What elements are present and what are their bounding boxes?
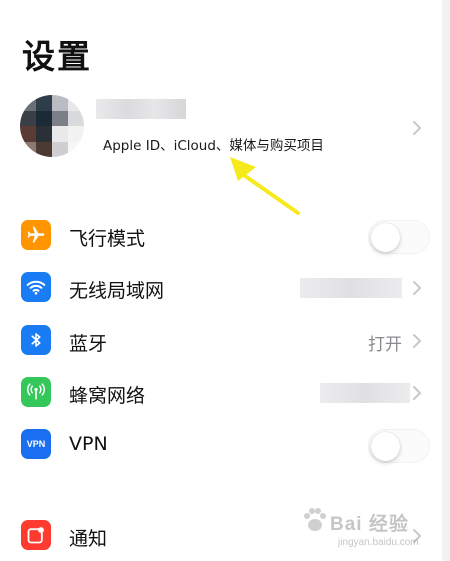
settings-row-airplane-mode[interactable]: 飞行模式 [0, 212, 442, 262]
bluetooth-icon [21, 325, 51, 355]
chevron-right-icon [413, 281, 421, 295]
bluetooth-status: 打开 [368, 335, 402, 355]
row-label: 蜂窝网络 [69, 385, 146, 407]
avatar [20, 95, 84, 157]
wifi-icon [21, 272, 51, 302]
vpn-toggle[interactable] [368, 429, 430, 463]
row-label: 无线局域网 [69, 280, 165, 302]
vpn-icon-text: VPN [26, 439, 46, 449]
chevron-right-icon [413, 386, 421, 400]
row-label: 通知 [69, 528, 108, 550]
watermark-url: jingyan.baidu.com [338, 537, 419, 548]
row-label: 蓝牙 [69, 333, 108, 355]
notification-icon [21, 520, 51, 550]
vpn-icon: VPN [21, 429, 51, 459]
chevron-right-icon [413, 334, 421, 348]
right-edge-strip [442, 0, 450, 561]
settings-screen: 设置 Apple ID、iCloud、媒体与购买项目 飞行模式 无线局域网 蓝牙… [0, 0, 450, 561]
baidu-jingyan-watermark: Bai 经验 jingyan.baidu.com [300, 505, 440, 555]
paw-icon [304, 508, 326, 531]
annotation-arrow-icon [230, 157, 300, 215]
settings-row-cellular[interactable]: 蜂窝网络 [0, 369, 442, 419]
settings-row-wifi[interactable]: 无线局域网 [0, 264, 442, 314]
chevron-right-icon [413, 121, 421, 135]
page-title: 设置 [22, 37, 92, 76]
watermark-main: Bai 经验 [330, 514, 409, 535]
row-label: 飞行模式 [69, 228, 146, 250]
cellular-value-blurred [320, 383, 410, 403]
wifi-network-blurred [300, 278, 402, 298]
airplane-icon [21, 220, 51, 250]
row-label: VPN [69, 433, 108, 455]
settings-row-vpn[interactable]: VPN VPN [0, 421, 442, 471]
account-name-blurred [96, 99, 186, 119]
settings-row-bluetooth[interactable]: 蓝牙 打开 [0, 317, 442, 367]
airplane-mode-toggle[interactable] [368, 220, 430, 254]
cellular-icon [21, 377, 51, 407]
